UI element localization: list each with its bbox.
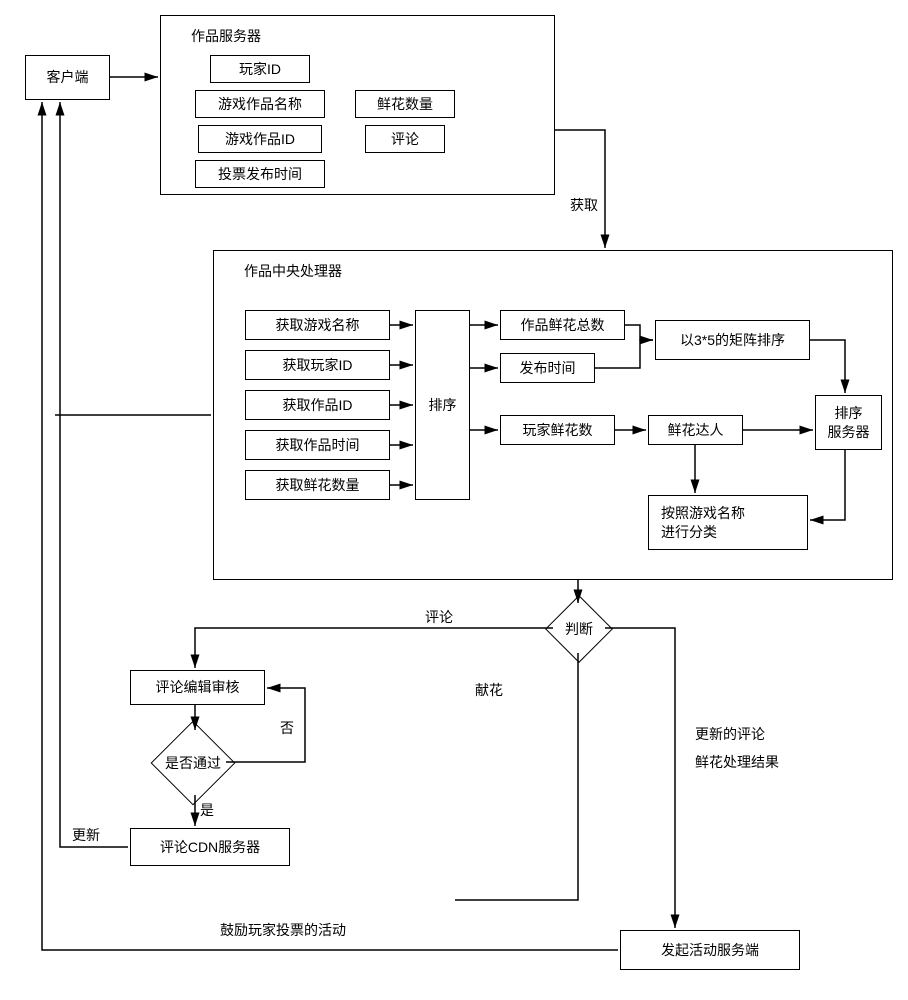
work-name-box: 游戏作品名称 bbox=[195, 90, 325, 118]
total-flowers-box: 作品鲜花总数 bbox=[500, 310, 625, 340]
sort-server-box: 排序 服务器 bbox=[815, 395, 882, 450]
flower-star-box: 鲜花达人 bbox=[648, 415, 743, 445]
update-label: 更新 bbox=[72, 825, 100, 845]
cdn-box: 评论CDN服务器 bbox=[130, 828, 290, 866]
pass-diamond: 是否通过 bbox=[151, 721, 236, 806]
sort-box: 排序 bbox=[415, 310, 470, 500]
update-result-label: 更新的评论 鲜花处理结果 bbox=[695, 720, 779, 776]
publish-time-box: 发布时间 bbox=[500, 353, 595, 383]
yes-label: 是 bbox=[200, 800, 214, 820]
get-flower-count-box: 获取鲜花数量 bbox=[245, 470, 390, 500]
review-box: 评论编辑审核 bbox=[130, 670, 265, 705]
vote-time-box: 投票发布时间 bbox=[195, 160, 325, 188]
comment-field-box: 评论 bbox=[365, 125, 445, 153]
matrix-sort-box: 以3*5的矩阵排序 bbox=[655, 320, 810, 360]
activity-server-box: 发起活动服务端 bbox=[620, 930, 800, 970]
no-label: 否 bbox=[280, 718, 294, 738]
get-work-id-box: 获取作品ID bbox=[245, 390, 390, 420]
flower-edge-label: 献花 bbox=[475, 680, 503, 700]
judge-diamond: 判断 bbox=[545, 595, 613, 663]
player-id-box: 玩家ID bbox=[210, 55, 310, 83]
flowchart-canvas: 客户端 作品服务器 玩家ID 游戏作品名称 游戏作品ID 投票发布时间 鲜花数量… bbox=[0, 0, 908, 1000]
get-game-name-box: 获取游戏名称 bbox=[245, 310, 390, 340]
encourage-label: 鼓励玩家投票的活动 bbox=[220, 920, 346, 940]
get-work-time-box: 获取作品时间 bbox=[245, 430, 390, 460]
works-server-title: 作品服务器 bbox=[161, 16, 554, 46]
work-id-box: 游戏作品ID bbox=[198, 125, 322, 153]
flower-count-box: 鲜花数量 bbox=[355, 90, 455, 118]
player-flowers-box: 玩家鲜花数 bbox=[500, 415, 615, 445]
client-box: 客户端 bbox=[25, 55, 110, 100]
get-player-id-box: 获取玩家ID bbox=[245, 350, 390, 380]
comment-edge-label: 评论 bbox=[425, 607, 453, 627]
classify-box: 按照游戏名称 进行分类 bbox=[648, 495, 808, 550]
fetch-label: 获取 bbox=[570, 195, 598, 215]
cpu-title: 作品中央处理器 bbox=[214, 251, 892, 281]
